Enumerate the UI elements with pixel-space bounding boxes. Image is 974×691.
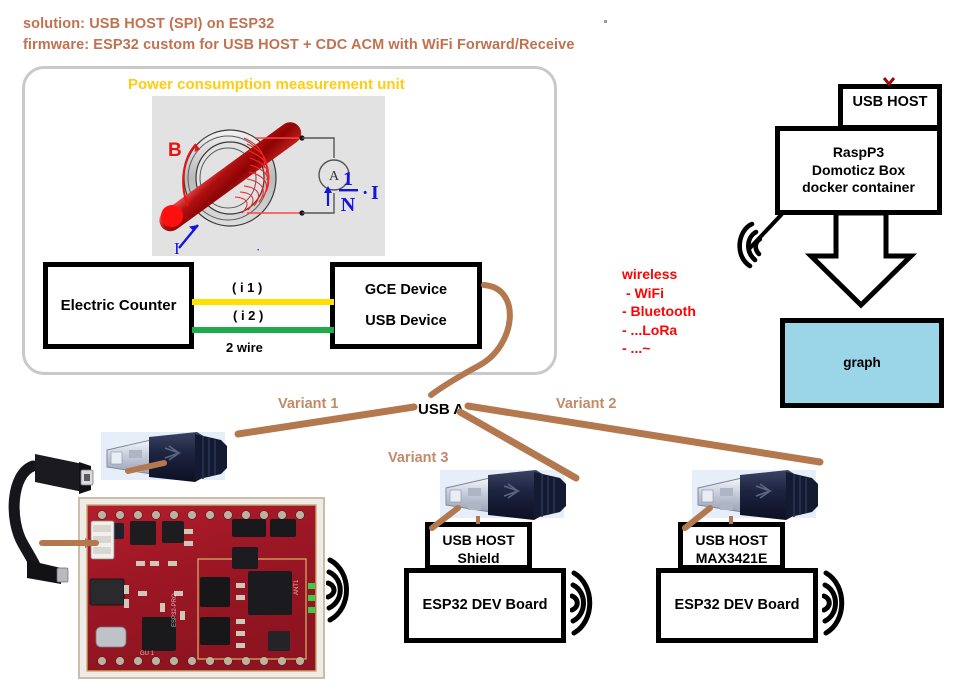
rasp-line2: Domoticz Box [811, 161, 906, 178]
rasp-line3: docker container [802, 179, 915, 196]
wireless-waves-icon-rasp [722, 218, 763, 270]
svg-text:I: I [371, 182, 379, 204]
wireless-title: wireless [622, 266, 678, 282]
usb-a-plug-variant-2 [686, 462, 826, 534]
svg-text:A: A [329, 169, 340, 184]
esp32-label-2: ESP32 DEV Board [674, 597, 800, 614]
electric-counter-label: Electric Counter [60, 296, 177, 314]
svg-text:ANT1: ANT1 [294, 579, 300, 595]
max-line2: MAX3421E [695, 549, 768, 566]
svg-text:N: N [341, 194, 356, 216]
shield-line1: USB HOST [442, 532, 515, 548]
wireless-waves-icon-esp2 [821, 570, 856, 636]
shield-line2: Shield [457, 549, 500, 566]
usb-a-plug-variant-1 [95, 424, 235, 496]
stray-dot [604, 20, 607, 23]
svg-text:GU 1: GU 1 [140, 651, 155, 657]
panel-title: Power consumption measurement unit [128, 76, 405, 93]
wire-i1 [192, 299, 334, 305]
variant-2-label: Variant 2 [556, 396, 617, 412]
electric-counter-box: Electric Counter [43, 262, 194, 349]
variant-1-label: Variant 1 [278, 396, 339, 412]
wireless-legend: wireless - WiFi - Bluetooth - ...LoRa - … [622, 265, 696, 358]
svg-text:B: B [168, 140, 182, 161]
svg-text:1: 1 [343, 168, 353, 190]
current-transformer-illustration: A I B 1 N · I · [152, 96, 385, 256]
wireless-waves-icon-pcb [325, 556, 362, 624]
wire-i2-label: ( i 2 ) [233, 308, 264, 323]
wire-i2 [192, 327, 334, 333]
header-line-solution: solution: USB HOST (SPI) on ESP32 [23, 16, 275, 32]
usb-a-plug-variant-3 [434, 462, 574, 534]
gce-device-box: GCE Device USB Device [330, 262, 482, 349]
usb-device-label: USB Device [365, 312, 447, 329]
esp32-dev-board-box-2: ESP32 DEV Board [656, 568, 818, 643]
svg-text:·: · [362, 183, 368, 204]
rasp-line1: RaspP3 [832, 143, 885, 160]
header-line-firmware: firmware: ESP32 custom for USB HOST + CD… [23, 37, 575, 53]
wireless-waves-icon-esp3 [569, 570, 604, 636]
wire-i1-label: ( i 1 ) [232, 280, 263, 295]
max-line1: USB HOST [695, 532, 768, 548]
gce-device-label: GCE Device [364, 281, 448, 298]
arrow-rasp-to-graph [804, 210, 918, 309]
wireless-item-bluetooth: - Bluetooth [622, 303, 696, 320]
svg-text:I: I [174, 239, 180, 256]
graph-box: graph [780, 318, 944, 408]
usb-a-label: USB A [418, 401, 465, 418]
diagram-canvas: solution: USB HOST (SPI) on ESP32 firmwa… [0, 0, 974, 691]
graph-label: graph [843, 355, 881, 371]
wireless-item-lora: - ...LoRa [622, 321, 678, 338]
svg-text:·: · [256, 242, 260, 256]
usb-host-top-box: USB HOST [838, 84, 942, 130]
wireless-item-other: - ...~ [622, 340, 651, 357]
svg-text:ESP32-PRO: ESP32-PRO [172, 593, 178, 627]
link-usba-variant2 [464, 402, 824, 466]
usb-host-top-label: USB HOST [852, 94, 928, 110]
raspberry-pi-box: RaspP3 Domoticz Box docker container [775, 126, 942, 215]
wireless-item-wifi: - WiFi [626, 284, 664, 301]
usb-otg-adapter-cable [5, 432, 105, 597]
esp32-label-3: ESP32 DEV Board [422, 597, 548, 614]
esp32-dev-board-box-3: ESP32 DEV Board [404, 568, 566, 643]
esp32-pcb-photo: ESP32-PRO GU 1 ANT1 [78, 497, 325, 679]
two-wire-label: 2 wire [226, 340, 263, 355]
